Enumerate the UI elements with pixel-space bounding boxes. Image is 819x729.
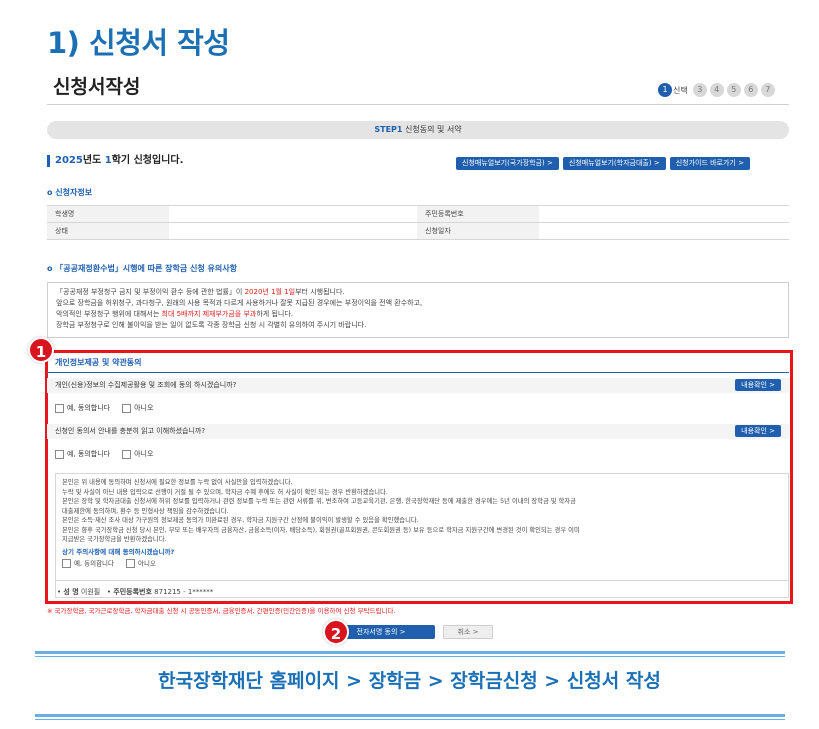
notice-penalty: 최대 5배까지 제재부가금을 부과 xyxy=(161,310,257,318)
credit-info-no[interactable]: 아니오 xyxy=(122,403,153,413)
checkbox-label: 아니오 xyxy=(138,559,156,568)
step-7: 7 xyxy=(760,83,775,97)
statement-question: 상기 주의사항에 대해 동의하시겠습니까? xyxy=(62,547,175,556)
step-indicator: 1 신택 3 4 5 6 7 xyxy=(658,83,775,97)
checkbox[interactable] xyxy=(55,403,64,413)
cancel-button[interactable]: 취소 > xyxy=(443,625,493,639)
manual-loan-button[interactable]: 신청매뉴얼보기(학자금대출) > xyxy=(562,157,666,170)
value-resident-number xyxy=(539,205,789,223)
banner-line-bottom-thin xyxy=(35,719,785,720)
label-application-date: 신청일자 xyxy=(417,222,539,240)
step-5: 5 xyxy=(726,83,741,97)
manual-buttons: 신청매뉴얼보기(국가장학금) > 신청매뉴얼보기(학자금대출) > 신청가이드 … xyxy=(456,157,750,170)
step-bar-prefix: STEP1 xyxy=(374,125,403,134)
question-credit-info: 개인(신용)정보의 수집제공활용 및 조회에 동의 하시겠습니까? 내용확인 > xyxy=(47,378,789,393)
notice-text: 악의적인 부정청구 행위에 대해서는 xyxy=(56,310,162,318)
notice-line-4: 장학금 부정청구로 인해 불이익을 받는 일이 없도록 각종 장학금 신청 시 … xyxy=(56,321,367,329)
notice-text: 하게 됩니다. xyxy=(256,310,294,318)
agreement-title: 개인정보제공 및 약관동의 xyxy=(55,358,142,367)
guide-button[interactable]: 신청가이드 바로가기 > xyxy=(669,157,750,170)
checkbox[interactable] xyxy=(55,449,64,459)
credit-info-choices: 예, 동의합니다 아니오 xyxy=(55,403,153,413)
value-application-date xyxy=(539,222,789,240)
credit-info-yes[interactable]: 예, 동의합니다 xyxy=(55,403,110,413)
manual-scholarship-button[interactable]: 신청매뉴얼보기(국가장학금) > xyxy=(456,157,559,170)
notice-section-title: 「공공재정환수법」시행에 따른 장학금 신청 유의사항 xyxy=(47,263,237,274)
applicant-table: 학생명 주민등록번호 상태 신청일자 xyxy=(47,205,789,240)
value-student-name xyxy=(169,205,417,223)
label-status: 상태 xyxy=(47,222,169,240)
signature-line: • 성 명 이원필 • 주민등록번호 871215 - 1****** xyxy=(57,588,214,596)
checkbox-label: 예, 동의합니다 xyxy=(74,559,115,568)
checkbox[interactable] xyxy=(122,449,132,459)
callout-badge-1: 1 xyxy=(28,337,54,363)
statement-line: 누락 및 사실이 아닌 내용 입력으로 선행이 거절 될 수 있으며, 학자금 … xyxy=(62,488,388,496)
guide-read-choices: 예, 동의합니다 아니오 xyxy=(55,449,153,459)
step-6: 6 xyxy=(743,83,758,97)
question-guide-read-label: 신청인 동의서 안내를 충분히 읽고 이해하셨습니까? xyxy=(55,427,206,435)
table-row: 상태 신청일자 xyxy=(47,222,789,240)
label-resident-number: 주민등록번호 xyxy=(417,205,539,223)
year-suffix: 학기 신청입니다. xyxy=(111,155,184,166)
step-bar: STEP1 신청동의 및 서약 xyxy=(47,121,789,139)
statement-yes[interactable]: 예, 동의합니다 xyxy=(62,559,114,569)
step-3: 3 xyxy=(692,83,707,97)
statement-line: 본인은 향후 국가장학금 신청 당시 본인, 부모 또는 배우자의 금융자산, … xyxy=(62,526,580,534)
notice-text: 부터 시행됩니다. xyxy=(295,288,345,296)
statement-line: 대출제한에 동의하며, 환수 등 민형사상 책임을 감수하겠습니다. xyxy=(62,507,229,515)
year-mid: 년도 xyxy=(82,155,105,166)
notice-date: 2020년 1월 1일 xyxy=(244,288,296,296)
checkbox[interactable] xyxy=(126,559,136,568)
statement-line: 본인은 소득·재산 조사 대상 가구원의 정보제공 동의가 미완료된 경우, 학… xyxy=(62,517,419,524)
statement-line: 본인은 위 내용에 동의하며 신청서에 필요한 정보를 누락 없이 사실만을 입… xyxy=(62,479,293,486)
banner-line-top-thin xyxy=(35,656,785,657)
banner-line-bottom xyxy=(35,714,785,717)
statement-no[interactable]: 아니오 xyxy=(126,559,156,569)
divider xyxy=(47,372,789,373)
notice-line-3: 악의적인 부정청구 행위에 대해서는 최대 5배까지 제재부가금을 부과하게 됩… xyxy=(56,309,780,320)
statement-line: 본인은 장학 및 학자금대출 신청서에 허위 정보를 입력하거나 관련 정보를 … xyxy=(62,498,576,505)
guide-read-no[interactable]: 아니오 xyxy=(122,449,153,459)
checkbox-label: 예, 동의합니다 xyxy=(67,404,111,412)
banner-line-top xyxy=(35,651,785,654)
checkbox-label: 아니오 xyxy=(134,404,154,412)
step-bar-text: 신청동의 및 서약 xyxy=(405,125,462,134)
notice-line-2: 앞으로 장학금을 허위청구, 과다청구, 원래의 사용 목적과 다르게 사용하거… xyxy=(56,299,423,307)
guide-read-yes[interactable]: 예, 동의합니다 xyxy=(55,449,110,459)
sign-name: 이원필 xyxy=(80,588,101,596)
sign-name-label: 성 명 xyxy=(63,588,79,596)
step-1: 1 xyxy=(658,83,672,97)
confirm-content-button[interactable]: 내용확인 > xyxy=(735,425,781,437)
semester-notice: 2025년도 1학기 신청입니다. xyxy=(47,155,183,167)
divider xyxy=(55,580,789,581)
notice-line-1: 「공공재정 부정청구 금지 및 부정이익 환수 등에 관한 법률」이 2020년… xyxy=(56,287,780,298)
question-guide-read: 신청인 동의서 안내를 충분히 읽고 이해하셨습니까? 내용확인 > xyxy=(47,424,789,439)
year: 2025 xyxy=(55,155,83,166)
page-title: 신청서작성 xyxy=(53,76,141,98)
step-4: 4 xyxy=(709,83,724,97)
page-heading: 1) 신청서 작성 xyxy=(47,26,230,60)
confirm-content-button[interactable]: 내용확인 > xyxy=(735,379,781,391)
sign-id-label: 주민등록번호 xyxy=(113,588,152,596)
checkbox[interactable] xyxy=(122,403,132,413)
callout-badge-2: 2 xyxy=(323,619,349,645)
divider xyxy=(47,104,789,105)
breadcrumb-banner: 한국장학재단 홈페이지 > 장학금 > 장학금신청 > 신청서 작성 xyxy=(158,670,661,692)
applicant-section-title: 신청자정보 xyxy=(47,187,92,198)
checkbox-label: 아니오 xyxy=(134,450,154,458)
label-student-name: 학생명 xyxy=(47,205,169,223)
statement-line: 지급받은 국가장학금을 반환하겠습니다. xyxy=(62,536,167,543)
value-status xyxy=(169,222,417,240)
table-row: 학생명 주민등록번호 xyxy=(47,205,789,223)
question-credit-info-label: 개인(신용)정보의 수집제공활용 및 조회에 동의 하시겠습니까? xyxy=(55,381,237,389)
notice-text: 「공공재정 부정청구 금지 및 부정이익 환수 등에 관한 법률」이 xyxy=(56,288,245,296)
notice-box: 「공공재정 부정청구 금지 및 부정이익 환수 등에 관한 법률」이 2020년… xyxy=(47,282,789,338)
checkbox-label: 예, 동의합니다 xyxy=(67,450,111,458)
step-1-label: 신택 xyxy=(673,85,688,95)
term: 1 xyxy=(104,155,112,166)
statement-choices: 예, 동의합니다 아니오 xyxy=(62,559,782,569)
checkbox[interactable] xyxy=(62,559,71,568)
auth-footnote: ※ 국가장학금, 국가근로장학금, 학자금대출 신청 시 공동인증서, 금융인증… xyxy=(47,607,396,615)
sign-id: 871215 - 1****** xyxy=(154,588,214,596)
